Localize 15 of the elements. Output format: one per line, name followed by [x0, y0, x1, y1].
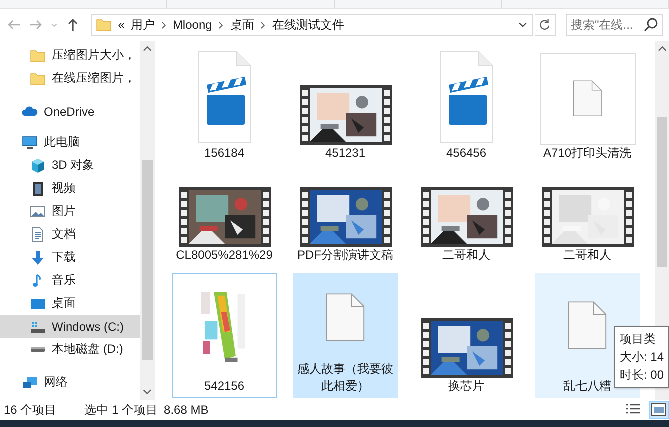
selection-count: 选中 1 个项目 [84, 402, 158, 418]
file-name: 456456 [445, 145, 488, 162]
selection-size: 8.68 MB [164, 403, 209, 417]
file-name: PDF分割演讲文稿 [296, 247, 394, 264]
file-name: 感人故事（我要彼此相爱） [296, 361, 394, 395]
file-name: 乱七八糟 [562, 378, 612, 395]
file-name: 156184 [203, 145, 246, 162]
file-name: A710打印头清洗 [542, 145, 633, 162]
file-name: 换芯片 [448, 378, 486, 395]
file-name: CL8005%281%29 [175, 247, 274, 264]
file-name: 542156 [203, 378, 246, 395]
item-count: 16 个项目 [4, 402, 57, 418]
file-name: 二哥和人 [562, 247, 612, 264]
file-name: 451231 [324, 145, 367, 162]
file-name: 二哥和人 [442, 247, 492, 264]
